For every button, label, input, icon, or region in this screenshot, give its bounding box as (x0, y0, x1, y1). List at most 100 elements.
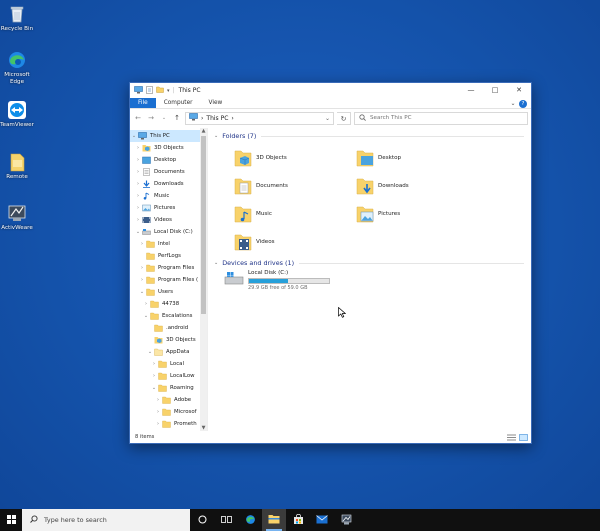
tab-file[interactable]: File (130, 98, 156, 108)
collapse-chevron-icon[interactable]: ⌄ (138, 289, 146, 295)
nav-item-pictures[interactable]: › Pictures (134, 202, 175, 214)
address-dropdown-icon[interactable]: ⌄ (325, 115, 330, 122)
new-folder-icon[interactable] (156, 86, 164, 95)
cortana-button[interactable] (190, 509, 214, 531)
nav-item-roaming[interactable]: ⌄ Roaming (150, 382, 194, 394)
nav-item-music[interactable]: › Music (134, 190, 169, 202)
collapse-chevron-icon[interactable]: ⌄ (214, 133, 218, 139)
up-button[interactable]: ↑ (172, 114, 182, 122)
breadcrumb-separator[interactable]: › (231, 115, 233, 122)
file-explorer-taskbar-button[interactable] (262, 509, 286, 531)
expand-ribbon-icon[interactable]: ⌄ (507, 98, 519, 108)
devices-group-header[interactable]: ⌄ Devices and drives (1) (214, 259, 524, 267)
help-icon[interactable]: ? (519, 99, 527, 108)
expand-chevron-icon[interactable]: › (134, 157, 142, 163)
nav-item-desktop[interactable]: › Desktop (134, 154, 176, 166)
nav-item-documents[interactable]: › Documents (134, 166, 185, 178)
nav-item-appdata[interactable]: ⌄ AppData (146, 346, 189, 358)
desktop-icon-remote[interactable]: Remote (0, 152, 34, 181)
expand-chevron-icon[interactable]: › (134, 169, 142, 175)
recent-locations-icon[interactable]: ⌄ (159, 115, 169, 121)
expand-chevron-icon[interactable]: › (154, 397, 162, 403)
details-view-icon[interactable] (507, 434, 516, 441)
refresh-button[interactable]: ↻ (337, 111, 351, 125)
nav-item-microsoft[interactable]: › Microsof (154, 406, 197, 418)
collapse-chevron-icon[interactable]: ⌄ (214, 260, 218, 266)
breadcrumb-separator[interactable]: › (201, 115, 203, 122)
expand-chevron-icon[interactable]: › (134, 145, 142, 151)
customize-dropdown-icon[interactable]: ▾ (167, 88, 170, 94)
search-input[interactable] (370, 115, 510, 121)
nav-item-users[interactable]: ⌄ Users (138, 286, 173, 298)
desktop-icon-activware[interactable]: ActivWeare (0, 203, 34, 232)
back-button[interactable]: ← (133, 114, 143, 122)
nav-item-3d-objects-user[interactable]: 3D Objects (146, 334, 196, 346)
nav-item-local-disk[interactable]: ⌄ Local Disk (C:) (134, 226, 193, 238)
minimize-button[interactable]: — (459, 83, 483, 98)
expand-chevron-icon[interactable]: › (138, 241, 146, 247)
collapse-chevron-icon[interactable]: ⌄ (150, 385, 158, 391)
nav-item-locallow[interactable]: › LocalLow (150, 370, 195, 382)
nav-scrollbar[interactable]: ▲ ▼ (200, 128, 207, 431)
large-icons-view-icon[interactable] (519, 433, 528, 441)
task-view-button[interactable] (214, 509, 238, 531)
scrollbar-thumb[interactable] (201, 136, 206, 314)
expand-chevron-icon[interactable]: › (150, 361, 158, 367)
nav-item-local[interactable]: › Local (150, 358, 184, 370)
maximize-button[interactable]: □ (483, 83, 507, 98)
folder-item-videos[interactable]: Videos (234, 232, 275, 252)
nav-item-prometh[interactable]: › Prometh (154, 418, 197, 430)
tab-view[interactable]: View (201, 98, 231, 108)
search-box[interactable] (354, 111, 528, 125)
title-bar[interactable]: ▾ | This PC — □ ✕ (130, 83, 531, 98)
properties-icon[interactable] (146, 85, 153, 96)
nav-item-android[interactable]: .android (146, 322, 188, 334)
scroll-up-icon[interactable]: ▲ (200, 128, 207, 134)
collapse-chevron-icon[interactable]: ⌄ (134, 229, 142, 235)
nav-item-videos[interactable]: › Videos (134, 214, 172, 226)
address-bar[interactable]: › This PC › ⌄ (185, 111, 334, 125)
close-button[interactable]: ✕ (507, 83, 531, 98)
breadcrumb-this-pc[interactable]: This PC (206, 115, 228, 122)
expand-chevron-icon[interactable]: › (138, 265, 146, 271)
forward-button[interactable]: → (146, 114, 156, 122)
nav-item-intel[interactable]: › Intel (138, 238, 170, 250)
start-button[interactable] (0, 509, 22, 531)
collapse-chevron-icon[interactable]: ⌄ (146, 349, 154, 355)
expand-chevron-icon[interactable]: › (134, 181, 142, 187)
nav-item-44738[interactable]: › 44738 (142, 298, 179, 310)
collapse-chevron-icon[interactable]: ⌄ (130, 133, 138, 139)
nav-item-3d-objects[interactable]: › 3D Objects (134, 142, 184, 154)
folder-item-documents[interactable]: Documents (234, 176, 288, 196)
collapse-chevron-icon[interactable]: ⌄ (142, 313, 150, 319)
folder-item-pictures[interactable]: Pictures (356, 204, 400, 224)
nav-item-this-pc[interactable]: ⌄ This PC (130, 130, 200, 142)
mail-taskbar-button[interactable] (310, 509, 334, 531)
app-taskbar-button[interactable] (334, 509, 358, 531)
desktop-icon-teamviewer[interactable]: TeamViewer (0, 100, 34, 129)
nav-item-perflogs[interactable]: PerfLogs (138, 250, 181, 262)
expand-chevron-icon[interactable]: › (154, 421, 162, 427)
store-taskbar-button[interactable] (286, 509, 310, 531)
nav-item-downloads[interactable]: › Downloads (134, 178, 184, 190)
desktop-icon-edge[interactable]: Microsoft Edge (0, 50, 34, 86)
nav-item-program-files[interactable]: › Program Files (138, 262, 194, 274)
folders-group-header[interactable]: ⌄ Folders (7) (214, 132, 524, 140)
expand-chevron-icon[interactable]: › (154, 409, 162, 415)
nav-item-program-files-x86[interactable]: › Program Files ( (138, 274, 198, 286)
expand-chevron-icon[interactable]: › (138, 277, 146, 283)
desktop-icon-recycle-bin[interactable]: Recycle Bin (0, 4, 34, 33)
tab-computer[interactable]: Computer (156, 98, 201, 108)
folder-item-desktop[interactable]: Desktop (356, 148, 401, 168)
expand-chevron-icon[interactable]: › (134, 217, 142, 223)
edge-taskbar-button[interactable] (238, 509, 262, 531)
nav-item-escalations[interactable]: ⌄ Escalations (142, 310, 192, 322)
nav-item-adobe[interactable]: › Adobe (154, 394, 191, 406)
folder-item-music[interactable]: Music (234, 204, 272, 224)
expand-chevron-icon[interactable]: › (142, 301, 150, 307)
expand-chevron-icon[interactable]: › (134, 205, 142, 211)
folder-item-3d-objects[interactable]: 3D Objects (234, 148, 287, 168)
expand-chevron-icon[interactable]: › (134, 193, 142, 199)
taskbar-search-box[interactable]: Type here to search (22, 509, 190, 531)
expand-chevron-icon[interactable]: › (150, 373, 158, 379)
